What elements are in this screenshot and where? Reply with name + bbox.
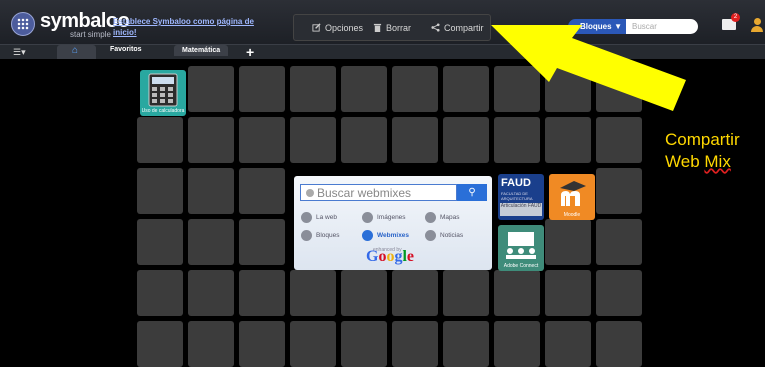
annotation-arrow	[491, 25, 686, 111]
annotation-word-mix: Mix	[704, 152, 731, 171]
annotation-text: Compartir Web Mix	[665, 129, 740, 173]
annotation-word-web: Web	[665, 152, 700, 171]
annotation-line-1: Compartir	[665, 130, 740, 149]
